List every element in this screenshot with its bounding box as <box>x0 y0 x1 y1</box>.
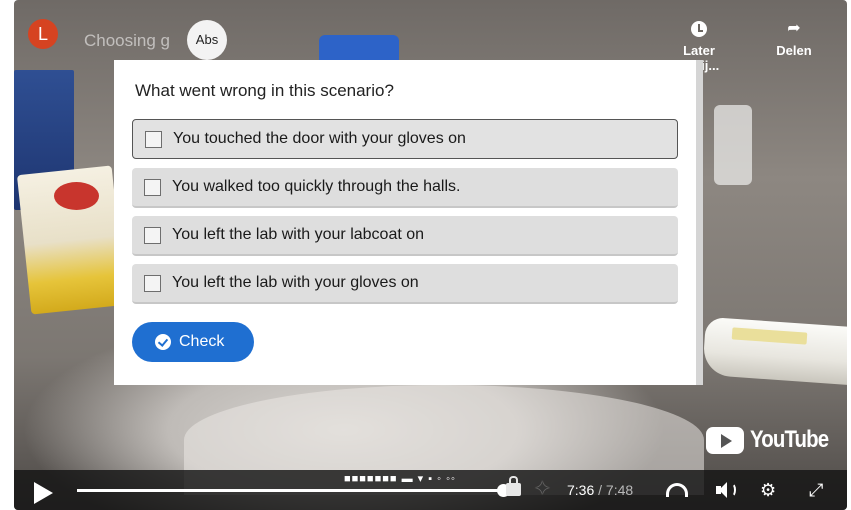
option-label: You walked too quickly through the halls… <box>172 178 461 195</box>
share-label: Delen <box>776 43 812 58</box>
quiz-panel: What went wrong in this scenario? You to… <box>114 60 703 385</box>
video-frame-red-lid <box>54 182 99 210</box>
option-label: You touched the door with your gloves on <box>173 130 466 147</box>
video-player[interactable]: L Choosing g Abs Later bekij... ➦ Delen … <box>14 0 847 510</box>
option-checkbox[interactable] <box>144 275 161 292</box>
progress-bar[interactable] <box>77 484 514 497</box>
check-circle-icon <box>155 334 171 350</box>
abs-chip[interactable]: Abs <box>187 20 227 60</box>
video-title[interactable]: Choosing g <box>84 31 170 51</box>
share-arrow-icon: ➦ <box>787 20 801 37</box>
time-separator: / <box>594 482 606 498</box>
star-icon[interactable]: ✦ <box>534 479 551 499</box>
option-checkbox[interactable] <box>144 227 161 244</box>
quiz-option-3[interactable]: You left the lab with your labcoat on <box>132 216 678 256</box>
duration: 7:48 <box>605 482 634 498</box>
player-controls: ■■■■■■■ ▬ ▾ ▪ ◦ ◦◦ ✦ 7:36 / 7:48 ⚙ ⤢ <box>14 470 847 510</box>
play-icon[interactable] <box>34 482 53 504</box>
fullscreen-icon[interactable]: ⤢ <box>809 480 823 500</box>
clock-icon <box>691 21 707 37</box>
lock-icon[interactable] <box>506 476 521 496</box>
option-checkbox[interactable] <box>145 131 162 148</box>
current-time: 7:36 <box>567 482 595 498</box>
option-label: You left the lab with your gloves on <box>172 274 419 291</box>
progress-played <box>77 489 503 492</box>
volume-icon[interactable] <box>714 480 738 500</box>
quiz-option-2[interactable]: You walked too quickly through the halls… <box>132 168 678 208</box>
gauge-icon[interactable] <box>666 483 688 497</box>
youtube-wordmark: YouTube <box>750 426 829 453</box>
channel-avatar[interactable]: L <box>28 19 58 49</box>
share-button[interactable]: ➦ Delen <box>759 18 829 58</box>
quiz-option-1[interactable]: You touched the door with your gloves on <box>132 119 678 159</box>
video-frame-pipette <box>702 316 847 386</box>
chapter-markers: ■■■■■■■ ▬ ▾ ▪ ◦ ◦◦ <box>344 473 456 485</box>
youtube-logo[interactable]: YouTube <box>706 426 843 458</box>
check-button[interactable]: Check <box>132 322 254 362</box>
option-checkbox[interactable] <box>144 179 161 196</box>
youtube-play-icon <box>706 426 744 454</box>
check-button-label: Check <box>179 333 225 350</box>
quiz-option-4[interactable]: You left the lab with your gloves on <box>132 264 678 304</box>
time-display: 7:36 / 7:48 <box>567 482 633 498</box>
gear-icon[interactable]: ⚙ <box>760 480 776 500</box>
option-label: You left the lab with your labcoat on <box>172 226 425 243</box>
quiz-question: What went wrong in this scenario? <box>135 81 394 100</box>
video-frame-vial <box>714 105 752 185</box>
